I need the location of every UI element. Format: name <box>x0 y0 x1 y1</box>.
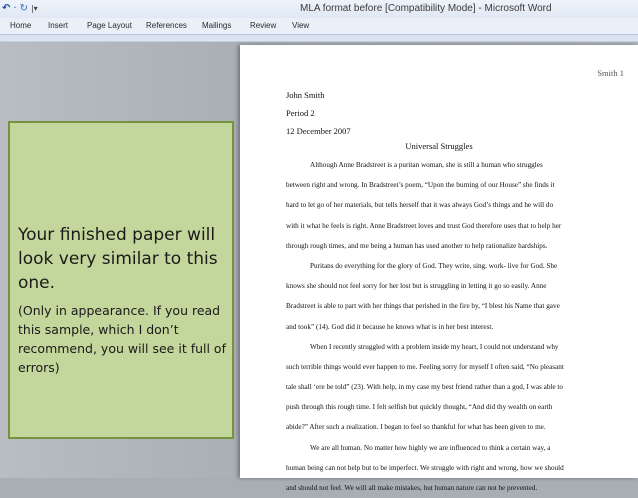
customize-icon[interactable]: |▾ <box>31 2 38 16</box>
tab-references[interactable]: References <box>146 21 187 30</box>
class-period: Period 2 <box>286 108 315 118</box>
ribbon-edge <box>0 35 638 42</box>
paper-line: abide?” After such a realization. I bega… <box>286 423 546 432</box>
tab-home[interactable]: Home <box>10 21 31 30</box>
paper-line: Puritans do everything for the glory of … <box>310 261 558 270</box>
paper-line: such terrible things would ever happen t… <box>286 362 564 371</box>
paper-line: When I recently struggled with a problem… <box>310 342 559 351</box>
note-detail: (Only in appearance. If you read this sa… <box>18 303 226 375</box>
paper-line: We are all human. No matter how highly w… <box>310 443 551 452</box>
paper-line: between right and wrong. In Bradstreet’s… <box>286 181 555 190</box>
redo-icon[interactable]: ↻ <box>20 2 28 16</box>
paper-line: and should not feel. We will all make mi… <box>286 484 538 492</box>
paper-line: push through this rough time. I felt sel… <box>286 403 553 412</box>
paper-body: Although Anne Bradstreet is a puritan wo… <box>286 155 586 498</box>
paper-line: through rough times, and me being a huma… <box>286 241 548 250</box>
tab-insert[interactable]: Insert <box>48 21 68 30</box>
paper-date: 12 December 2007 <box>286 126 351 136</box>
tab-page-layout[interactable]: Page Layout <box>87 21 132 30</box>
tab-review[interactable]: Review <box>250 21 276 30</box>
paper-line: human being can not help but to be imper… <box>286 463 564 472</box>
quick-access-toolbar: ↶ · ↻ |▾ <box>2 2 38 16</box>
paper-line: hard to let go of her materials, but tel… <box>286 201 554 210</box>
page-header: Smith 1 <box>597 68 624 78</box>
document-page[interactable]: Smith 1 John Smith Period 2 12 December … <box>240 45 638 492</box>
note-headline: Your finished paper will look very simil… <box>18 225 218 293</box>
paper-line: Bradstreet is able to part with her thin… <box>286 302 560 311</box>
paper-line: and took” (14). God did it because he kn… <box>286 322 494 331</box>
paper-line: knows she should not feel sorry for her … <box>286 282 547 291</box>
undo-icon[interactable]: · <box>13 2 16 16</box>
word-icon[interactable]: ↶ <box>2 2 10 16</box>
author-name: John Smith <box>286 90 325 100</box>
window-title: MLA format before [Compatibility Mode] -… <box>300 3 552 14</box>
paper-line: with it what he feels is right. Anne Bra… <box>286 221 562 230</box>
paper-line: tale shall ‘ere be told” (23). With help… <box>286 383 564 392</box>
tab-view[interactable]: View <box>292 21 309 30</box>
tab-mailings[interactable]: Mailings <box>202 21 231 30</box>
title-bar: ↶ · ↻ |▾ MLA format before [Compatibilit… <box>0 0 638 18</box>
callout-note: Your finished paper will look very simil… <box>8 121 234 439</box>
paper-line: Although Anne Bradstreet is a puritan wo… <box>310 161 543 169</box>
ribbon-tabs: Home Insert Page Layout References Maili… <box>0 18 638 35</box>
paper-title: Universal Struggles <box>405 141 473 151</box>
